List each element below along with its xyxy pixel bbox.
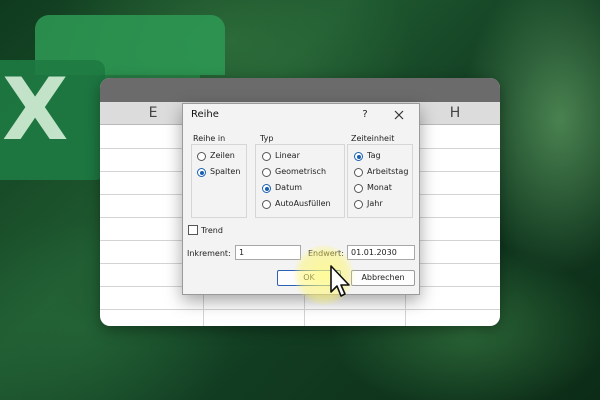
help-button[interactable]: ? bbox=[358, 107, 372, 123]
radio-datum[interactable] bbox=[262, 184, 271, 193]
dialog-title: Reihe bbox=[191, 109, 219, 120]
cancel-button[interactable]: Abbrechen bbox=[351, 270, 415, 286]
group-label-zeiteinheit: Zeiteinheit bbox=[351, 134, 395, 143]
option-label-geometrisch[interactable]: Geometrisch bbox=[275, 167, 326, 176]
option-label-tag[interactable]: Tag bbox=[367, 151, 381, 160]
inkrement-input[interactable] bbox=[235, 245, 301, 260]
trend-label[interactable]: Trend bbox=[201, 226, 223, 235]
endwert-input[interactable] bbox=[347, 245, 415, 260]
series-dialog: Reihe ? Reihe in Zeilen Spalten Typ Line… bbox=[182, 103, 420, 295]
option-label-autoausfuellen[interactable]: AutoAusfüllen bbox=[275, 199, 331, 208]
option-label-monat[interactable]: Monat bbox=[367, 183, 392, 192]
option-label-datum[interactable]: Datum bbox=[275, 183, 302, 192]
group-label-typ: Typ bbox=[260, 134, 274, 143]
group-label-reihe-in: Reihe in bbox=[193, 134, 226, 143]
close-icon[interactable] bbox=[391, 107, 407, 123]
excel-x-letter: X bbox=[2, 60, 69, 160]
ribbon-strip bbox=[100, 78, 500, 102]
radio-spalten[interactable] bbox=[197, 168, 206, 177]
radio-geometrisch[interactable] bbox=[262, 168, 271, 177]
dialog-titlebar[interactable]: Reihe ? bbox=[183, 104, 419, 126]
radio-monat[interactable] bbox=[354, 184, 363, 193]
radio-arbeitstag[interactable] bbox=[354, 168, 363, 177]
endwert-label: Endwert: bbox=[308, 249, 344, 258]
option-label-arbeitstag[interactable]: Arbeitstag bbox=[367, 167, 408, 176]
radio-autoausfuellen[interactable] bbox=[262, 200, 271, 209]
option-label-jahr[interactable]: Jahr bbox=[367, 199, 383, 208]
grid-line bbox=[100, 309, 500, 310]
radio-tag[interactable] bbox=[354, 152, 363, 161]
option-label-spalten[interactable]: Spalten bbox=[210, 167, 240, 176]
inkrement-label: Inkrement: bbox=[187, 249, 231, 258]
ok-button[interactable]: OK bbox=[277, 270, 341, 286]
option-label-zeilen[interactable]: Zeilen bbox=[210, 151, 235, 160]
radio-jahr[interactable] bbox=[354, 200, 363, 209]
radio-linear[interactable] bbox=[262, 152, 271, 161]
trend-checkbox[interactable] bbox=[188, 225, 198, 235]
radio-zeilen[interactable] bbox=[197, 152, 206, 161]
option-label-linear[interactable]: Linear bbox=[275, 151, 300, 160]
